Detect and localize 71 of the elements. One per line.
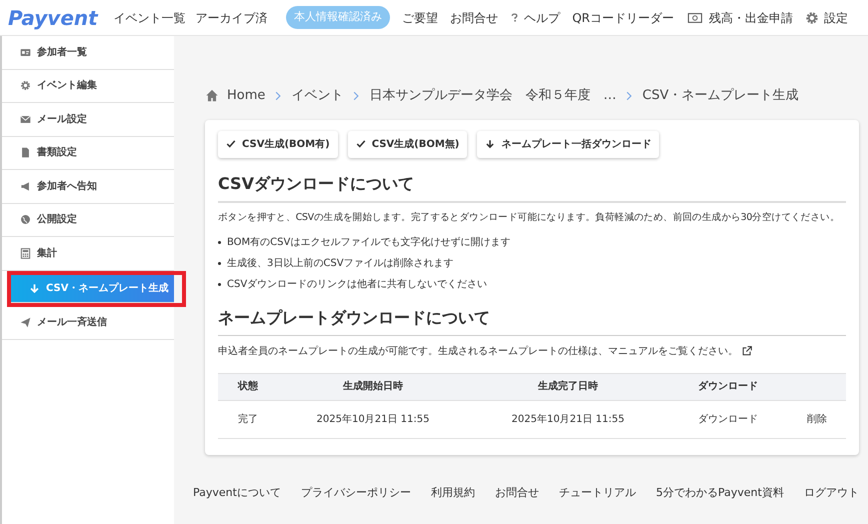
- settings-icon: [805, 10, 819, 24]
- list-item: CSVダウンロードのリンクは他者に共有しないでください: [227, 278, 488, 292]
- arrow-down-icon: [485, 139, 496, 149]
- chevron-right-icon: [624, 90, 634, 102]
- document-icon: [20, 147, 31, 158]
- column-header: 生成開始日時: [278, 373, 468, 400]
- header-link[interactable]: お問合せ: [450, 8, 498, 26]
- home-icon: [205, 89, 219, 102]
- sidebar-item[interactable]: 書類設定: [2, 136, 174, 170]
- section-heading: CSVダウンロードについて: [218, 172, 846, 202]
- column-header: 状態: [218, 373, 278, 400]
- description: ボタンを押すと、CSVの生成を開始します。完了するとダウンロード可能になります。負荷軽減のため、前回の生成から30分空けてください。: [218, 210, 840, 224]
- sidebar-item[interactable]: イベント編集: [2, 70, 174, 103]
- table-cell: 完了: [218, 400, 278, 438]
- delete-link[interactable]: 削除: [806, 414, 827, 425]
- section-heading: ネームプレートダウンロードについて: [218, 306, 846, 336]
- footer-link[interactable]: プライバシーポリシー: [300, 484, 411, 502]
- bullet-icon: [218, 262, 221, 265]
- nav-link[interactable]: アーカイブ済: [196, 8, 268, 26]
- table-cell: 2025年10月21日 11:55: [468, 400, 668, 438]
- list-item: 生成後、3日以上前のCSVファイルは削除されます: [227, 256, 454, 271]
- chevron-right-icon: [351, 90, 362, 102]
- action-button[interactable]: ネームプレート一括ダウンロード: [477, 130, 660, 158]
- footer-link[interactable]: 利用規約: [430, 484, 475, 502]
- bullet-icon: [218, 240, 221, 244]
- footer-link[interactable]: 5分でわかるPayvent資料: [656, 484, 784, 502]
- header-link[interactable]: ご要望: [402, 8, 438, 26]
- external-link-icon: [742, 346, 752, 356]
- action-button[interactable]: CSV生成(BOM無): [348, 130, 468, 158]
- check-icon: [226, 139, 236, 149]
- list-item: BOM有のCSVはエクセルファイルでも文字化けせずに開けます: [227, 236, 510, 250]
- header-link[interactable]: QRコードリーダー: [572, 8, 674, 26]
- globe-icon: [20, 214, 31, 226]
- banknote-icon: [686, 10, 704, 24]
- footer-link[interactable]: Payventについて: [193, 484, 281, 502]
- breadcrumb-link[interactable]: Home: [227, 86, 266, 106]
- breadcrumb-link[interactable]: 日本サンプルデータ学会 令和５年度 …: [369, 86, 616, 106]
- breadcrumb-link[interactable]: イベント: [291, 86, 344, 106]
- sidebar-item[interactable]: 参加者一覧: [2, 36, 174, 70]
- footer-link[interactable]: ログアウト: [804, 484, 859, 502]
- logo[interactable]: Payvent: [8, 2, 98, 32]
- calculator-icon: [20, 248, 31, 259]
- chevron-right-icon: [273, 90, 284, 102]
- sidebar-item[interactable]: 参加者へ告知: [2, 170, 174, 204]
- verified-badge: 本人情報確認済み: [286, 6, 390, 29]
- column-header: 生成完了日時: [468, 373, 668, 400]
- table-cell: 2025年10月21日 11:55: [278, 400, 468, 438]
- column-header: ダウンロード: [668, 373, 788, 400]
- sidebar-item[interactable]: メール一斉送信: [2, 306, 174, 340]
- header-link[interactable]: ヘルプ: [524, 8, 560, 26]
- card-icon: [20, 46, 31, 58]
- paper-plane-icon: [20, 317, 31, 328]
- breadcrumb-link[interactable]: CSV・ネームプレート生成: [642, 86, 799, 106]
- check-icon: [356, 139, 366, 149]
- mail-icon: [20, 114, 31, 125]
- bullet-icon: [218, 282, 221, 286]
- sidebar-item[interactable]: メール設定: [2, 103, 174, 136]
- arrow-down-icon: [29, 282, 40, 294]
- download-link[interactable]: ダウンロード: [698, 414, 758, 425]
- header-link[interactable]: 残高・出金申請: [709, 8, 793, 26]
- header-link[interactable]: 設定: [824, 8, 848, 26]
- footer-link[interactable]: お問合せ: [494, 484, 539, 502]
- description: 申込者全員のネームプレートの生成が可能です。生成されるネームプレートの仕様は、マニュアルをご覧ください。: [218, 344, 738, 359]
- help-icon: [510, 11, 520, 24]
- settings-icon: [20, 80, 31, 92]
- sidebar-item[interactable]: 集計: [2, 237, 174, 270]
- action-button[interactable]: CSV生成(BOM有): [218, 130, 338, 158]
- nav-link[interactable]: イベント一覧: [114, 8, 186, 26]
- megaphone-icon: [20, 180, 31, 192]
- sidebar-item[interactable]: 公開設定: [2, 204, 174, 237]
- footer-link[interactable]: チュートリアル: [558, 484, 636, 502]
